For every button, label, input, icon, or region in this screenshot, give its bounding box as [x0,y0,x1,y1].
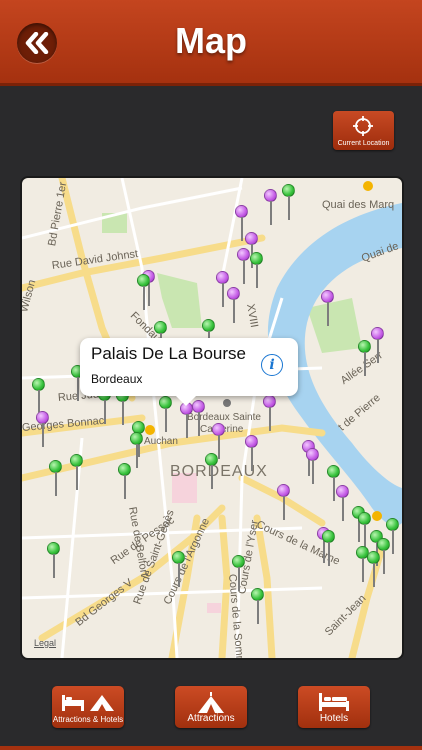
map-pin-purple[interactable] [263,395,277,435]
map-pin-purple[interactable] [306,448,320,488]
tab-label: Attractions & Hotels [52,715,124,724]
map-pin-purple[interactable] [277,484,291,524]
map-pin-purple[interactable] [192,400,206,440]
map-pin-purple[interactable] [321,290,335,330]
map-view[interactable]: Quai des Marq Quai de Bd Pierre 1er Rue … [22,178,402,658]
map-pin-green[interactable] [282,184,296,224]
map-pin-green[interactable] [251,588,265,628]
bed-icon [319,693,349,711]
map-pin-green[interactable] [358,340,372,380]
crosshair-icon [353,116,373,136]
map-pin-purple[interactable] [371,327,385,367]
map-label: Quai des Marq [322,199,395,211]
header-bar: Map [0,0,422,86]
map-pin-purple[interactable] [237,248,251,288]
map-pin-purple[interactable] [245,435,259,475]
tab-attractions-hotels[interactable]: Attractions & Hotels [52,686,124,728]
map-pin-green[interactable] [172,551,186,591]
tab-hotels[interactable]: Hotels [298,686,370,728]
bottom-tab-bar: Attractions & Hotels Attractions Hotels [0,675,422,750]
bed-tent-icon [62,695,114,711]
map-pin-green[interactable] [205,453,219,493]
map-pin-green[interactable] [130,432,144,472]
callout-subtitle: Bordeaux [91,372,143,386]
current-location-label: Current Location [337,140,390,147]
page-title: Map [175,20,247,61]
map-pin-green[interactable] [118,463,132,503]
map-pin-green[interactable] [47,542,61,582]
legal-link[interactable]: Legal [34,638,56,648]
map-pin-green[interactable] [250,252,264,292]
map-pin-green[interactable] [137,274,151,314]
info-icon[interactable]: i [261,354,283,376]
map-pin-green[interactable] [159,396,173,436]
bottom-strip [0,746,422,750]
tab-attractions[interactable]: Attractions [175,686,247,728]
map-pin-green[interactable] [367,551,381,591]
map-pin-purple[interactable] [36,411,50,451]
map-pin-purple[interactable] [227,287,241,327]
callout-title: Palais De La Bourse [91,344,246,363]
tab-label: Attractions [187,713,235,724]
map-pin-green[interactable] [232,555,246,595]
tab-label: Hotels [319,713,349,724]
tent-icon [198,692,224,713]
place-callout[interactable]: Palais De La Bourse Bordeaux i [80,338,298,406]
map-pin-green[interactable] [322,530,336,570]
map-pin-purple[interactable] [336,485,350,525]
map-pin-purple[interactable] [264,189,278,229]
map-pin-green[interactable] [70,454,84,494]
map-pin-green[interactable] [49,460,63,500]
map-label: Auchan [144,436,178,447]
current-location-button[interactable]: Current Location [333,111,394,150]
